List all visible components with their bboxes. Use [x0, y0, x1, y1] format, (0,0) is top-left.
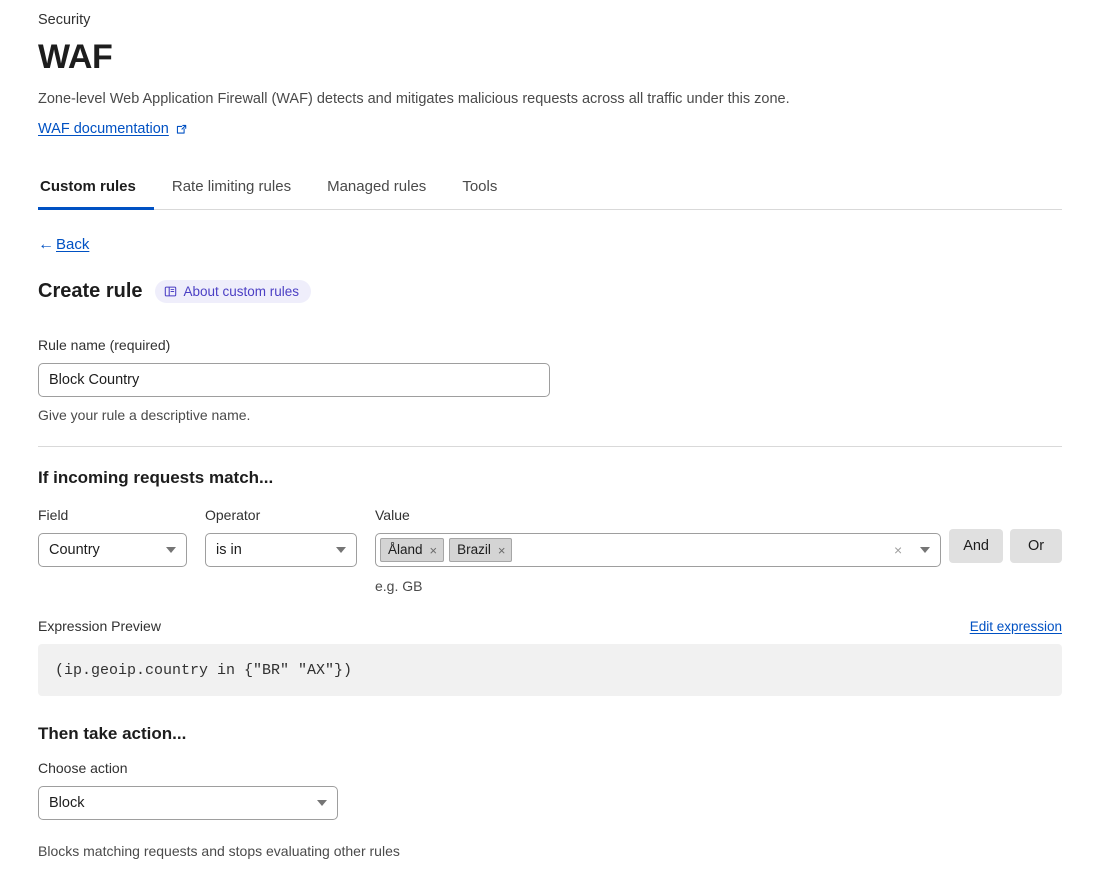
action-section-title: Then take action...: [38, 724, 187, 743]
or-button[interactable]: Or: [1010, 529, 1062, 563]
edit-expression-link[interactable]: Edit expression: [970, 619, 1062, 634]
rule-name-help: Give your rule a descriptive name.: [38, 407, 251, 423]
waf-documentation-label[interactable]: WAF documentation: [38, 121, 169, 137]
value-group: Value Åland × Brazil × × e.g. GB: [375, 506, 942, 595]
tab-custom-rules[interactable]: Custom rules: [38, 178, 154, 210]
about-custom-rules-label: About custom rules: [183, 283, 300, 299]
value-token-label: Brazil: [457, 542, 491, 557]
expression-code: (ip.geoip.country in {"BR" "AX"}): [55, 661, 353, 679]
field-group: Field Country: [38, 506, 187, 567]
operator-group: Operator is in: [205, 506, 357, 567]
operator-select-value: is in: [216, 542, 242, 558]
divider-rule-name: [38, 446, 1062, 447]
chevron-down-icon: [317, 800, 327, 806]
field-select-value: Country: [49, 542, 100, 558]
chevron-down-icon[interactable]: [920, 547, 931, 553]
clear-all-icon[interactable]: ×: [894, 543, 902, 557]
close-icon[interactable]: ×: [430, 544, 438, 557]
operator-select[interactable]: is in: [205, 533, 357, 567]
value-token-label: Åland: [388, 542, 423, 557]
action-select[interactable]: Block: [38, 786, 338, 820]
create-rule-title: Create rule: [38, 280, 143, 302]
expression-header: Expression Preview Edit expression: [38, 617, 1062, 635]
expression-preview-box: (ip.geoip.country in {"BR" "AX"}): [38, 644, 1062, 696]
back-link-label[interactable]: Back: [56, 236, 89, 253]
page-content: Security WAF Zone-level Web Application …: [38, 0, 1062, 881]
rule-name-label: Rule name (required): [38, 337, 171, 353]
page-title: WAF: [38, 38, 113, 76]
create-rule-header: Create rule About custom rules: [38, 279, 1062, 303]
field-select[interactable]: Country: [38, 533, 187, 567]
match-condition-row: Field Country Operator is in Value Åland: [38, 506, 1062, 595]
value-token[interactable]: Brazil ×: [449, 538, 513, 562]
waf-tabs: Custom rules Rate limiting rules Managed…: [38, 164, 1062, 210]
action-select-value: Block: [49, 795, 85, 811]
about-custom-rules-badge[interactable]: About custom rules: [154, 279, 312, 303]
field-label: Field: [38, 507, 69, 523]
value-help: e.g. GB: [375, 578, 423, 594]
external-link-icon: [175, 123, 188, 136]
waf-documentation-link[interactable]: WAF documentation: [38, 121, 1062, 137]
close-icon[interactable]: ×: [498, 544, 506, 557]
page-description: Zone-level Web Application Firewall (WAF…: [38, 91, 790, 107]
arrow-left-icon: ←: [38, 235, 54, 253]
and-button[interactable]: And: [949, 529, 1003, 563]
rule-name-input[interactable]: [38, 363, 550, 397]
chevron-down-icon: [166, 547, 176, 553]
chevron-down-icon: [336, 547, 346, 553]
value-multiselect[interactable]: Åland × Brazil × ×: [375, 533, 942, 567]
action-help: Blocks matching requests and stops evalu…: [38, 843, 400, 859]
tab-tools[interactable]: Tools: [444, 178, 515, 209]
waf-custom-rule-page: Security WAF Zone-level Web Application …: [0, 0, 1118, 881]
tab-managed-rules[interactable]: Managed rules: [309, 178, 444, 209]
rule-name-group: Rule name (required) Give your rule a de…: [38, 336, 1062, 424]
choose-action-label: Choose action: [38, 760, 128, 776]
book-icon: [164, 285, 177, 298]
value-label: Value: [375, 507, 410, 523]
tab-rate-limiting-rules[interactable]: Rate limiting rules: [154, 178, 309, 209]
expression-preview-label: Expression Preview: [38, 618, 161, 634]
back-link[interactable]: ← Back: [38, 236, 89, 253]
breadcrumb-security: Security: [38, 12, 91, 28]
logic-buttons: And Or: [949, 506, 1062, 563]
operator-label: Operator: [205, 507, 261, 523]
value-token[interactable]: Åland ×: [380, 538, 445, 562]
match-section-title: If incoming requests match...: [38, 468, 274, 487]
